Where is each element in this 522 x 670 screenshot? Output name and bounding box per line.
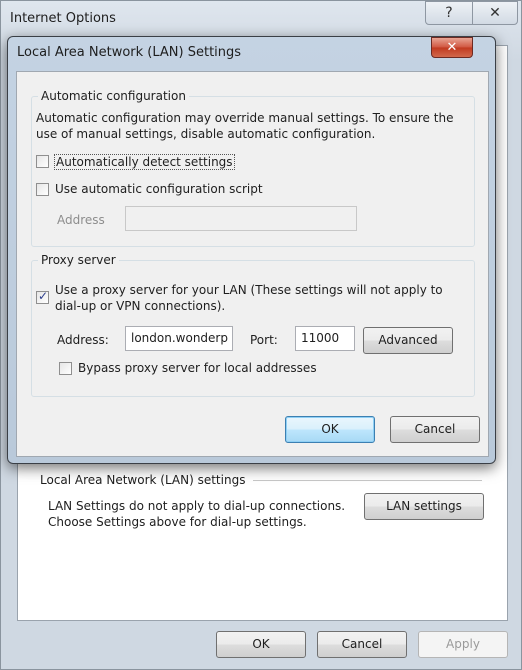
proxy-server-group: Proxy server Use a proxy server for your…	[31, 253, 475, 397]
auto-detect-checkbox[interactable]	[36, 155, 49, 168]
dialog-body: Automatic configuration Automatic config…	[16, 71, 489, 457]
proxy-server-label: Proxy server	[38, 253, 119, 267]
automatic-configuration-label: Automatic configuration	[38, 89, 189, 103]
port-input[interactable]: 11000	[295, 326, 355, 351]
proxy-address-label: Address:	[57, 333, 109, 347]
auto-detect-label[interactable]: Automatically detect settings	[54, 154, 235, 170]
auto-script-checkbox[interactable]	[36, 183, 49, 196]
auto-script-label[interactable]: Use automatic configuration script	[55, 182, 263, 196]
bypass-local-checkbox[interactable]	[59, 362, 72, 375]
dialog-cancel-button[interactable]: Cancel	[390, 416, 480, 443]
lan-group-label: Local Area Network (LAN) settings	[40, 473, 246, 487]
use-proxy-label-2[interactable]: dial-up or VPN connections).	[55, 299, 225, 313]
dialog-title: Local Area Network (LAN) Settings	[17, 45, 242, 60]
ok-button[interactable]: OK	[216, 631, 306, 658]
bypass-local-label[interactable]: Bypass proxy server for local addresses	[78, 361, 317, 375]
auto-config-description-2: use of manual settings, disable automati…	[36, 127, 376, 141]
divider	[253, 480, 482, 481]
lan-settings-dialog: Local Area Network (LAN) Settings ✕ Auto…	[7, 36, 496, 464]
dialog-ok-button[interactable]: OK	[285, 416, 375, 443]
automatic-configuration-group: Automatic configuration Automatic config…	[31, 89, 475, 247]
script-address-label: Address	[57, 213, 105, 227]
close-button[interactable]: ✕	[472, 1, 518, 25]
lan-settings-button[interactable]: LAN settings	[364, 493, 484, 520]
cancel-button[interactable]: Cancel	[317, 631, 407, 658]
use-proxy-checkbox[interactable]	[36, 289, 49, 304]
help-button[interactable]: ?	[425, 1, 473, 25]
proxy-address-input[interactable]: london.wonderp	[125, 326, 233, 351]
advanced-button[interactable]: Advanced	[363, 327, 453, 354]
script-address-input[interactable]	[125, 206, 357, 231]
dialog-close-button[interactable]: ✕	[431, 37, 473, 58]
lan-info-text-2: Choose Settings above for dial-up settin…	[48, 515, 307, 529]
use-proxy-label-1[interactable]: Use a proxy server for your LAN (These s…	[55, 283, 443, 297]
window-title: Internet Options	[10, 11, 116, 26]
port-label: Port:	[250, 333, 278, 347]
apply-button[interactable]: Apply	[418, 631, 508, 658]
lan-info-text-1: LAN Settings do not apply to dial-up con…	[48, 499, 346, 513]
auto-config-description-1: Automatic configuration may override man…	[36, 111, 454, 125]
